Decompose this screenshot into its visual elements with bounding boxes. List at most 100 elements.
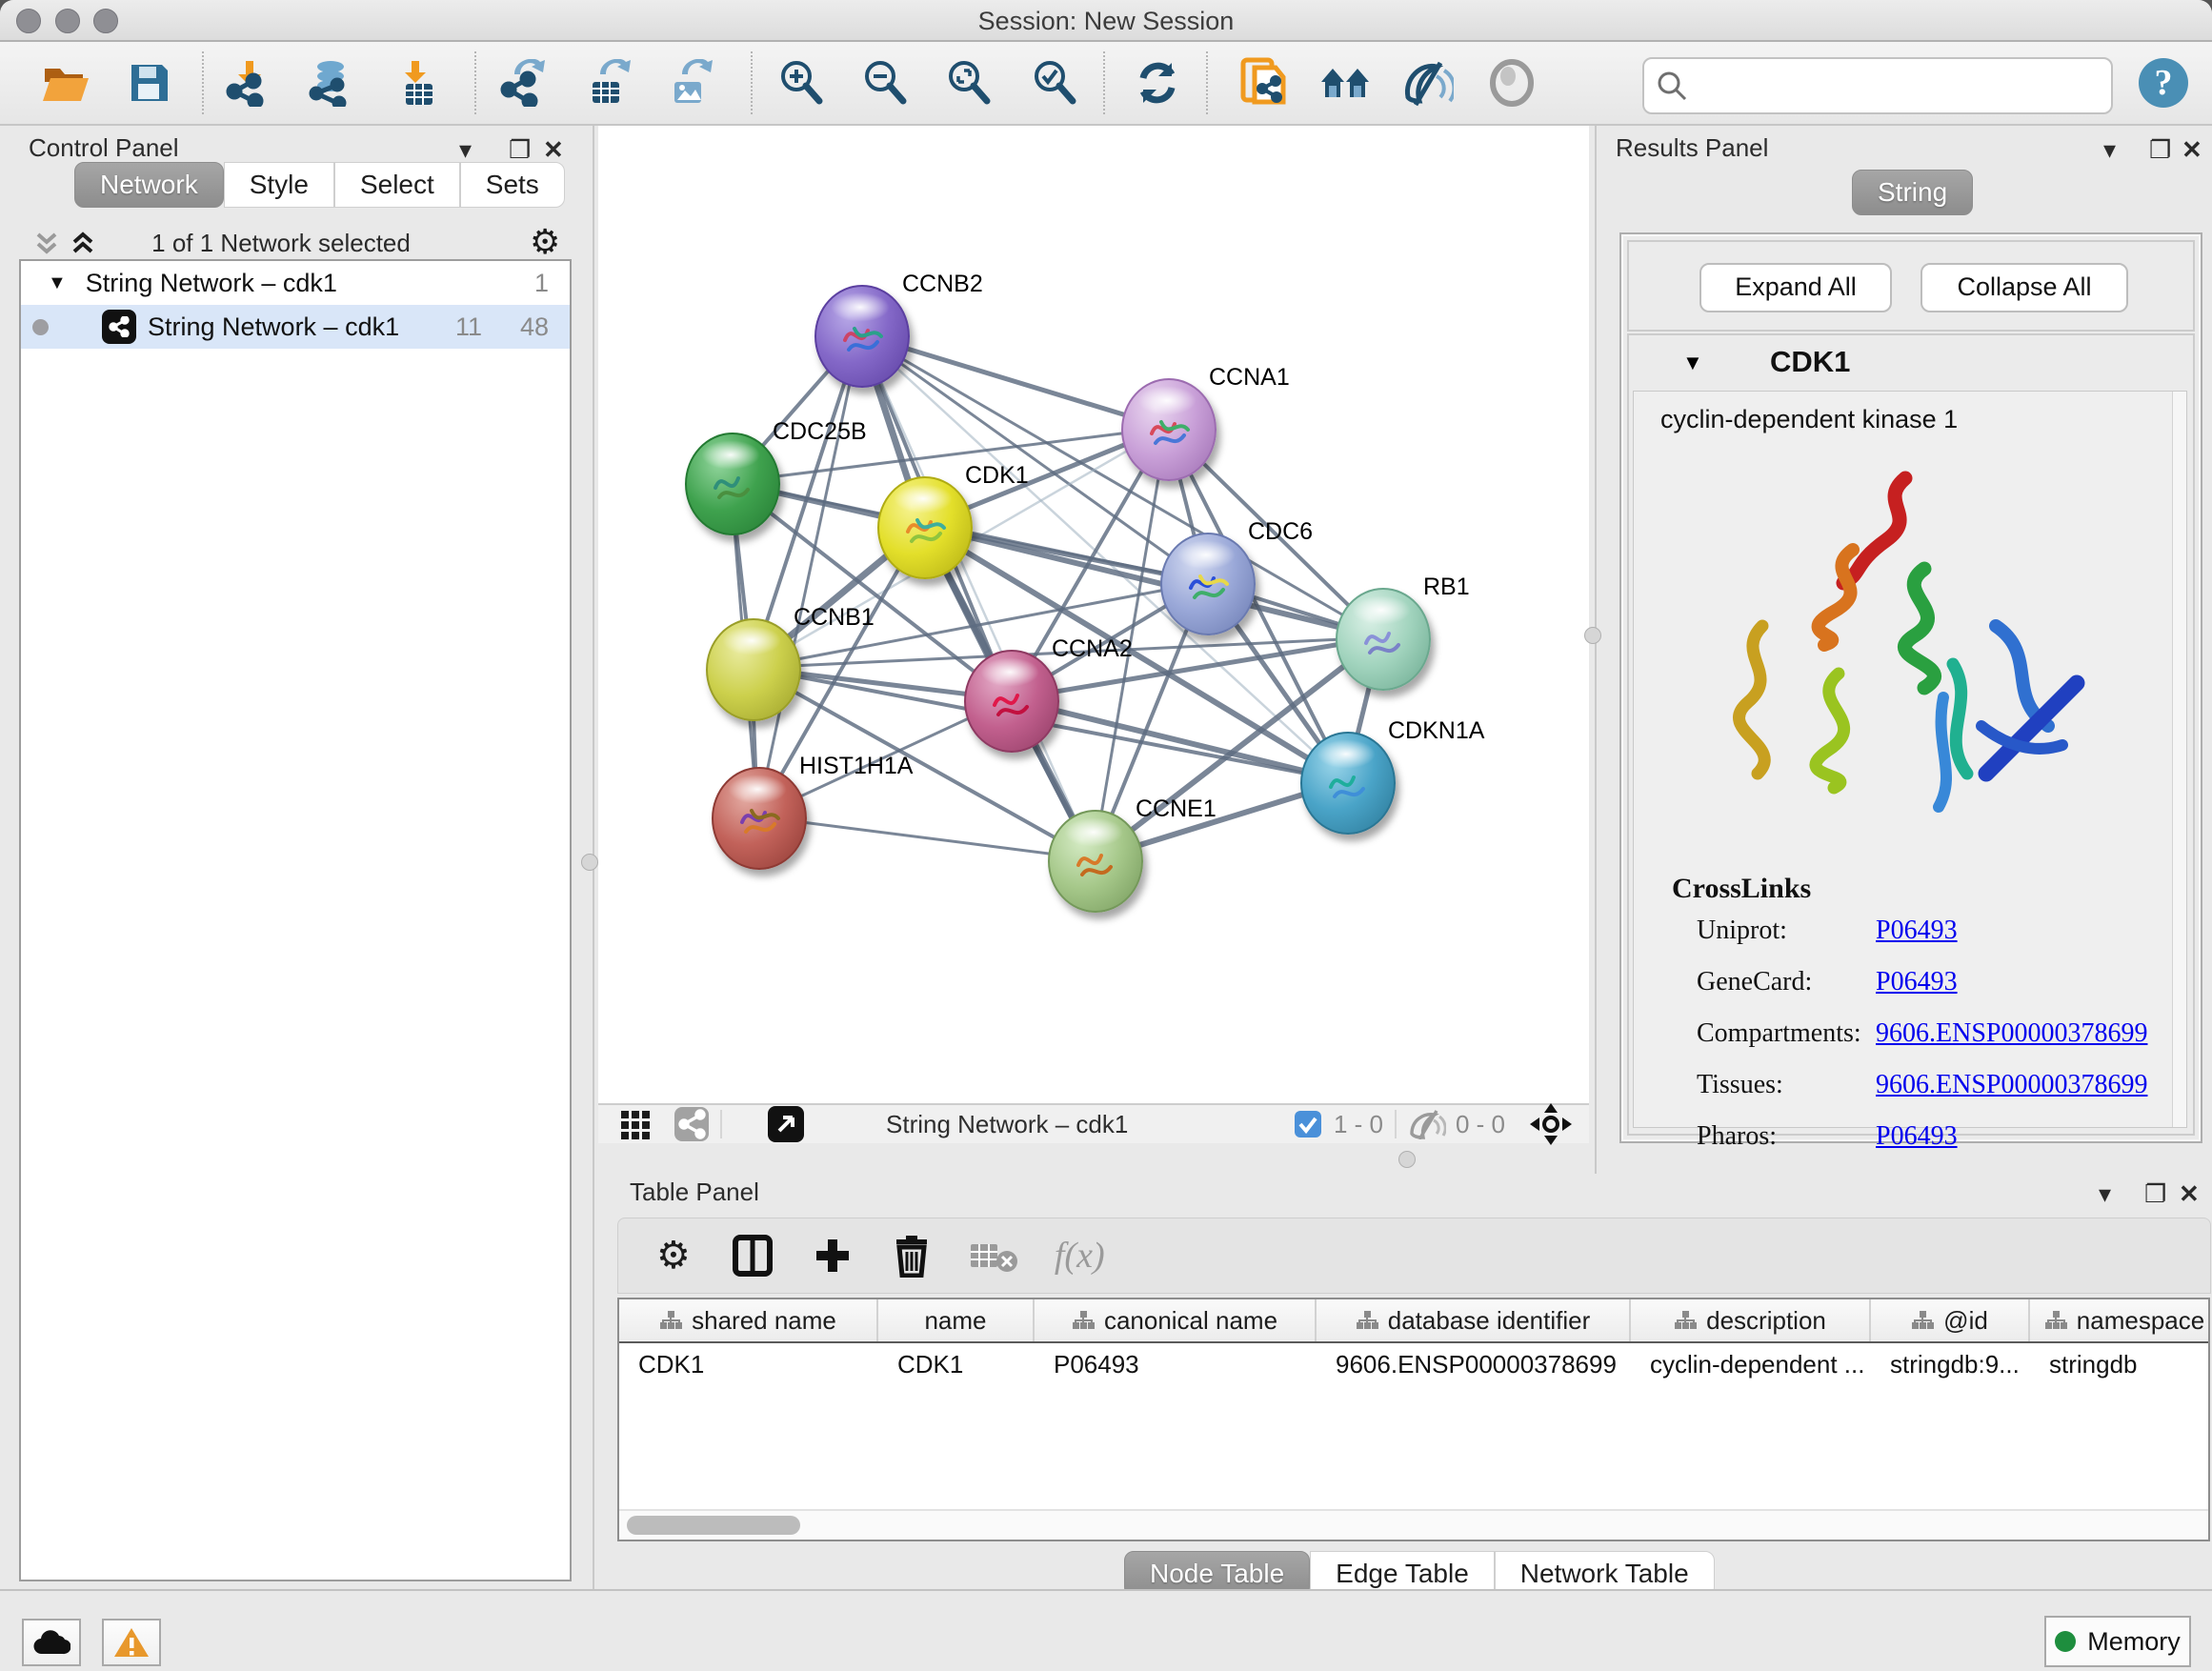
table-cell[interactable]: CDK1 (619, 1343, 878, 1385)
node-CCNE1[interactable] (1048, 810, 1143, 913)
tab-sets[interactable]: Sets (460, 162, 565, 208)
import-network-file-icon[interactable] (221, 55, 276, 111)
tab-string[interactable]: String (1852, 170, 1973, 215)
float-panel-icon[interactable]: ▾ (459, 133, 472, 166)
zoom-in-icon[interactable] (774, 55, 829, 111)
column-header-description[interactable]: description (1631, 1299, 1871, 1341)
import-table-file-icon[interactable] (389, 55, 444, 111)
table-settings-gear-icon[interactable]: ⚙ (656, 1238, 691, 1273)
hide-panels-icon[interactable] (1400, 55, 1456, 111)
help-icon[interactable]: ? (2136, 55, 2191, 111)
splitter-handle[interactable] (1584, 627, 1601, 644)
function-builder-icon[interactable]: f(x) (1055, 1235, 1105, 1277)
column-header-database-identifier[interactable]: database identifier (1317, 1299, 1631, 1341)
memory-button[interactable]: Memory (2044, 1616, 2191, 1667)
maximize-panel-icon[interactable]: ❐ (2149, 133, 2171, 166)
grid-view-icon[interactable] (619, 1107, 654, 1141)
table-cell[interactable]: cyclin-dependent ... (1631, 1343, 1871, 1385)
open-session-icon[interactable] (38, 55, 93, 111)
node-HIST1H1A[interactable] (712, 767, 807, 870)
close-panel-icon[interactable]: ✕ (543, 133, 564, 166)
table-cell[interactable]: stringdb (2030, 1343, 2210, 1385)
table-hscrollbar[interactable] (619, 1509, 2208, 1540)
table-cell[interactable]: CDK1 (878, 1343, 1035, 1385)
splitter-handle[interactable] (1398, 1151, 1416, 1168)
import-network-database-icon[interactable] (303, 55, 358, 111)
crosslink-link[interactable]: P06493 (1876, 1111, 1958, 1162)
selected-checkbox-icon[interactable] (1294, 1110, 1322, 1138)
crosslink-link[interactable]: P06493 (1876, 905, 1958, 956)
collapse-all-icon[interactable] (32, 231, 61, 259)
save-session-icon[interactable] (122, 55, 177, 111)
section-expander-icon[interactable]: ▼ (1682, 351, 1703, 375)
tab-select[interactable]: Select (334, 162, 460, 208)
edge-CCNB2-CCNE1[interactable] (860, 334, 1094, 859)
string-view-icon[interactable] (674, 1107, 709, 1141)
column-header-name[interactable]: name (878, 1299, 1035, 1341)
results-scrollbar[interactable] (2172, 392, 2186, 1127)
node-CCNA2[interactable] (964, 650, 1059, 753)
network-collection-row[interactable]: ▼ String Network – cdk1 1 (21, 261, 570, 305)
splitter-handle[interactable] (581, 854, 598, 871)
edge-HIST1H1A-CCNE1[interactable] (757, 816, 1094, 859)
maximize-panel-icon[interactable]: ❐ (509, 133, 531, 166)
network-options-gear-icon[interactable]: ⚙ (530, 225, 560, 259)
node-CDK1[interactable] (877, 476, 973, 579)
warning-status-button[interactable] (102, 1619, 161, 1666)
control-panel-title: Control Panel (29, 133, 179, 163)
column-header-canonical-name[interactable]: canonical name (1035, 1299, 1317, 1341)
update-icon[interactable] (1130, 55, 1185, 111)
node-CCNA1[interactable] (1121, 378, 1217, 481)
table-row[interactable]: CDK1CDK1P064939606.ENSP00000378699cyclin… (619, 1343, 2208, 1385)
hscrollbar-thumb[interactable] (627, 1516, 800, 1535)
node-CDKN1A[interactable] (1300, 732, 1396, 835)
show-home-icon[interactable] (1318, 55, 1374, 111)
node-CDC25B[interactable] (685, 433, 780, 535)
zoom-selected-icon[interactable] (1027, 55, 1082, 111)
column-label: database identifier (1388, 1306, 1590, 1336)
tab-style[interactable]: Style (224, 162, 334, 208)
column-header-namespace[interactable]: namespace (2030, 1299, 2210, 1341)
node-CCNB2[interactable] (814, 285, 910, 388)
network-canvas[interactable]: CCNB2CCNA1CDC25BCDK1CDC6RB1CCNB1CCNA2CDK… (598, 126, 1589, 1103)
collection-expander-icon[interactable]: ▼ (48, 272, 67, 294)
node-CCNB1[interactable] (706, 618, 801, 721)
edge-CCNB2-HIST1H1A[interactable] (757, 334, 860, 816)
table-cell[interactable]: P06493 (1035, 1343, 1317, 1385)
crosslink-link[interactable]: 9606.ENSP00000378699 (1876, 1008, 2147, 1059)
crosslink-link[interactable]: 9606.ENSP00000378699 (1876, 1059, 2147, 1111)
column-header-shared-name[interactable]: shared name (619, 1299, 878, 1341)
network-row[interactable]: String Network – cdk1 11 48 (21, 305, 570, 349)
table-cell[interactable]: stringdb:9... (1871, 1343, 2030, 1385)
gray-eye-icon[interactable] (1484, 55, 1539, 111)
search-input[interactable] (1688, 66, 2111, 106)
node-CDC6[interactable] (1160, 533, 1256, 635)
zoom-out-icon[interactable] (857, 55, 913, 111)
column-header-@id[interactable]: @id (1871, 1299, 2030, 1341)
export-table-icon[interactable] (579, 55, 634, 111)
open-in-window-icon[interactable] (768, 1106, 804, 1142)
tab-network[interactable]: Network (74, 162, 224, 208)
show-columns-icon[interactable] (733, 1235, 773, 1277)
fit-content-icon[interactable] (941, 55, 996, 111)
cloud-status-button[interactable] (22, 1619, 81, 1666)
birdseye-icon[interactable] (1530, 1103, 1572, 1145)
close-panel-icon[interactable]: ✕ (2179, 1178, 2200, 1210)
collapse-all-button[interactable]: Collapse All (1920, 263, 2128, 312)
delete-column-icon[interactable] (893, 1234, 931, 1278)
node-RB1[interactable] (1336, 588, 1431, 691)
maximize-panel-icon[interactable]: ❐ (2144, 1178, 2166, 1210)
crosslink-link[interactable]: P06493 (1876, 956, 1958, 1008)
clone-network-icon[interactable] (1237, 55, 1292, 111)
float-panel-icon[interactable]: ▾ (2099, 1178, 2111, 1210)
export-network-icon[interactable] (495, 55, 551, 111)
clear-table-icon[interactable] (969, 1238, 1018, 1273)
float-panel-icon[interactable]: ▾ (2103, 133, 2116, 166)
hidden-eye-icon[interactable] (1408, 1109, 1446, 1139)
close-panel-icon[interactable]: ✕ (2182, 133, 2202, 166)
add-column-icon[interactable] (813, 1236, 853, 1276)
expand-all-icon[interactable] (69, 231, 97, 259)
export-image-icon[interactable] (661, 55, 716, 111)
expand-all-button[interactable]: Expand All (1699, 263, 1892, 312)
table-cell[interactable]: 9606.ENSP00000378699 (1317, 1343, 1631, 1385)
